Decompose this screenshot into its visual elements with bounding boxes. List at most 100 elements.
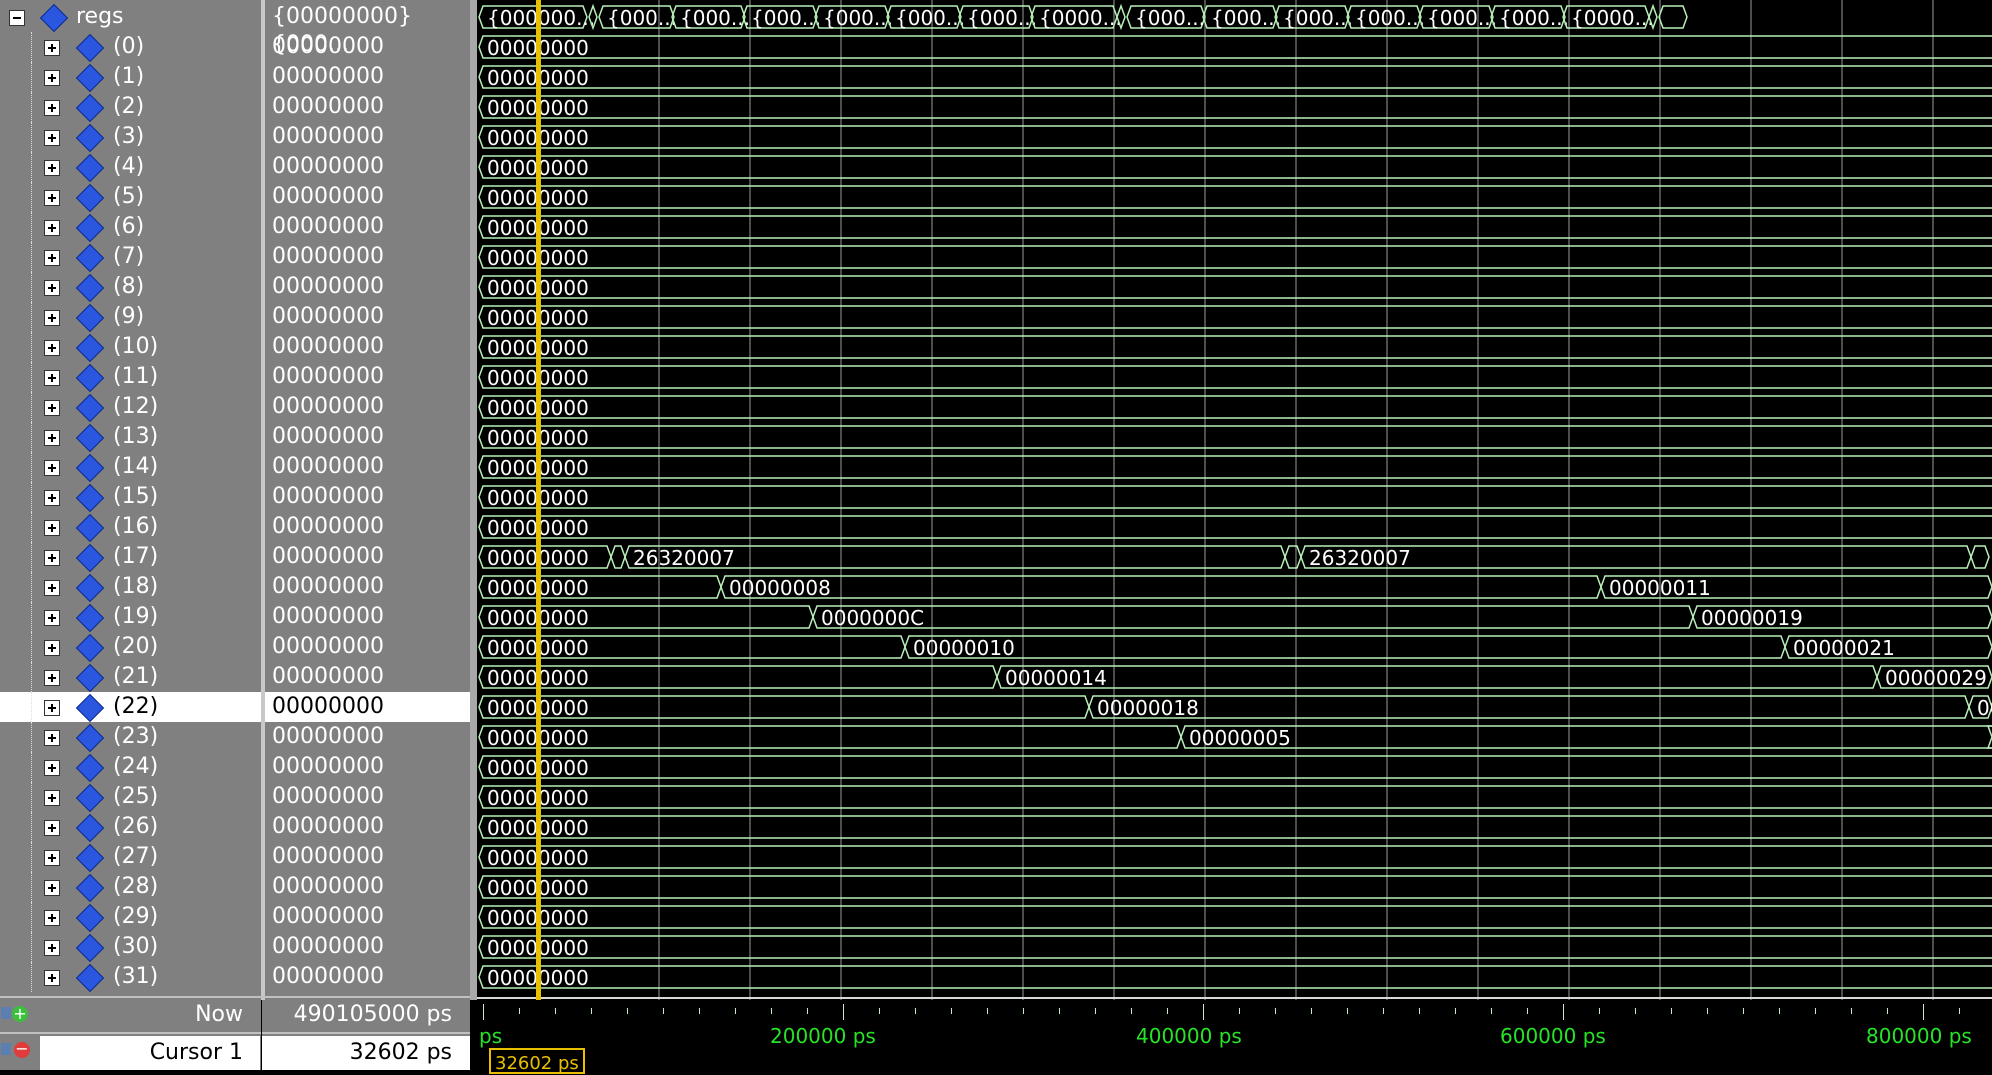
expand-icon[interactable] bbox=[44, 640, 60, 656]
cursor-flag[interactable]: 32602 ps bbox=[489, 1048, 585, 1074]
signal-value-row[interactable]: 00000000 bbox=[262, 872, 470, 902]
expand-icon[interactable] bbox=[44, 130, 60, 146]
signal-value-row[interactable]: 00000000 bbox=[262, 662, 470, 692]
signal-value-row[interactable]: 00000000 bbox=[262, 362, 470, 392]
pane-splitter-left[interactable] bbox=[261, 0, 265, 1070]
expand-icon[interactable] bbox=[44, 220, 60, 236]
signal-value-row[interactable]: 00000000 bbox=[262, 482, 470, 512]
expand-icon[interactable] bbox=[44, 700, 60, 716]
signal-row-regs[interactable]: regs bbox=[0, 2, 261, 33]
signal-row[interactable]: (27) bbox=[0, 842, 261, 873]
signal-row[interactable]: (31) bbox=[0, 962, 261, 993]
signal-value-row[interactable]: 00000000 bbox=[262, 842, 470, 872]
add-icon[interactable]: + bbox=[12, 1006, 28, 1022]
collapse-icon[interactable] bbox=[9, 10, 25, 26]
expand-icon[interactable] bbox=[44, 880, 60, 896]
expand-icon[interactable] bbox=[44, 940, 60, 956]
signal-row[interactable]: (19) bbox=[0, 602, 261, 633]
expand-icon[interactable] bbox=[44, 910, 60, 926]
expand-icon[interactable] bbox=[44, 580, 60, 596]
signal-value-row[interactable]: 00000000 bbox=[262, 452, 470, 482]
waveform-pane[interactable]: {000000... {000... {000... {000... {000... {0… bbox=[477, 0, 1992, 1000]
signal-row[interactable]: (0) bbox=[0, 32, 261, 63]
signal-value-row[interactable]: 00000000 bbox=[262, 602, 470, 632]
signal-row[interactable]: (12) bbox=[0, 392, 261, 423]
signal-row[interactable]: (13) bbox=[0, 422, 261, 453]
signal-value-row[interactable]: 00000000 bbox=[262, 572, 470, 602]
signal-row[interactable]: (22) bbox=[0, 692, 261, 723]
signal-row[interactable]: (20) bbox=[0, 632, 261, 663]
expand-icon[interactable] bbox=[44, 550, 60, 566]
signal-row[interactable]: (28) bbox=[0, 872, 261, 903]
expand-icon[interactable] bbox=[44, 340, 60, 356]
remove-icon[interactable]: − bbox=[14, 1041, 30, 1058]
pane-splitter-right[interactable] bbox=[470, 0, 477, 1070]
signal-value-row[interactable]: 00000000 bbox=[262, 332, 470, 362]
expand-icon[interactable] bbox=[44, 760, 60, 776]
signal-value-row[interactable]: 00000000 bbox=[262, 62, 470, 92]
signal-value-row[interactable]: 00000000 bbox=[262, 962, 470, 992]
expand-icon[interactable] bbox=[44, 250, 60, 266]
signal-value-row[interactable]: 00000000 bbox=[262, 902, 470, 932]
signal-row[interactable]: (7) bbox=[0, 242, 261, 273]
signal-row[interactable]: (9) bbox=[0, 302, 261, 333]
signal-value-row[interactable]: 00000000 bbox=[262, 272, 470, 302]
signal-value-row[interactable]: 00000000 bbox=[262, 692, 470, 722]
expand-icon[interactable] bbox=[44, 430, 60, 446]
signal-row[interactable]: (23) bbox=[0, 722, 261, 753]
signal-value-row[interactable]: 00000000 bbox=[262, 752, 470, 782]
signal-value-row[interactable]: 00000000 bbox=[262, 92, 470, 122]
signal-row[interactable]: (25) bbox=[0, 782, 261, 813]
signal-value-row[interactable]: 00000000 bbox=[262, 122, 470, 152]
signal-row[interactable]: (24) bbox=[0, 752, 261, 783]
timeline[interactable]: ps 32602 ps 200000 ps 400000 ps 600000 ps 8… bbox=[477, 1000, 1992, 1074]
expand-icon[interactable] bbox=[44, 400, 60, 416]
signal-row[interactable]: (18) bbox=[0, 572, 261, 603]
signal-row[interactable]: (21) bbox=[0, 662, 261, 693]
cursor-icon[interactable] bbox=[1, 1043, 11, 1055]
now-icon[interactable] bbox=[1, 1007, 11, 1019]
signal-value-row[interactable]: 00000000 bbox=[262, 722, 470, 752]
expand-icon[interactable] bbox=[44, 100, 60, 116]
expand-icon[interactable] bbox=[44, 850, 60, 866]
signal-value-row[interactable]: 00000000 bbox=[262, 32, 470, 62]
expand-icon[interactable] bbox=[44, 520, 60, 536]
expand-icon[interactable] bbox=[44, 820, 60, 836]
expand-icon[interactable] bbox=[44, 370, 60, 386]
signal-row[interactable]: (8) bbox=[0, 272, 261, 303]
expand-icon[interactable] bbox=[44, 160, 60, 176]
signal-value-row[interactable]: 00000000 bbox=[262, 242, 470, 272]
signal-value-row[interactable]: 00000000 bbox=[262, 182, 470, 212]
signal-value-row[interactable]: 00000000 bbox=[262, 932, 470, 962]
signal-value-row[interactable]: 00000000 bbox=[262, 152, 470, 182]
signal-value-row[interactable]: 00000000 bbox=[262, 422, 470, 452]
signal-row[interactable]: (4) bbox=[0, 152, 261, 183]
expand-icon[interactable] bbox=[44, 670, 60, 686]
signal-value-row[interactable]: 00000000 bbox=[262, 302, 470, 332]
signal-value-row[interactable]: 00000000 bbox=[262, 212, 470, 242]
signal-row[interactable]: (16) bbox=[0, 512, 261, 543]
signal-row[interactable]: (11) bbox=[0, 362, 261, 393]
expand-icon[interactable] bbox=[44, 190, 60, 206]
signal-value-row[interactable]: 00000000 bbox=[262, 512, 470, 542]
expand-icon[interactable] bbox=[44, 280, 60, 296]
expand-icon[interactable] bbox=[44, 970, 60, 986]
signal-row[interactable]: (15) bbox=[0, 482, 261, 513]
signal-row[interactable]: (30) bbox=[0, 932, 261, 963]
signal-row[interactable]: (5) bbox=[0, 182, 261, 213]
signal-row[interactable]: (26) bbox=[0, 812, 261, 843]
signal-value-row[interactable]: 00000000 bbox=[262, 542, 470, 572]
signal-value-row[interactable]: 00000000 bbox=[262, 812, 470, 842]
signal-row[interactable]: (14) bbox=[0, 452, 261, 483]
signal-row[interactable]: (2) bbox=[0, 92, 261, 123]
expand-icon[interactable] bbox=[44, 40, 60, 56]
signal-value-regs[interactable]: {00000000} {000... bbox=[262, 2, 470, 57]
cursor-row[interactable]: − Cursor 1 bbox=[0, 1036, 261, 1070]
expand-icon[interactable] bbox=[44, 310, 60, 326]
signal-row[interactable]: (29) bbox=[0, 902, 261, 933]
expand-icon[interactable] bbox=[44, 460, 60, 476]
expand-icon[interactable] bbox=[44, 490, 60, 506]
expand-icon[interactable] bbox=[44, 70, 60, 86]
signal-row[interactable]: (10) bbox=[0, 332, 261, 363]
signal-row[interactable]: (6) bbox=[0, 212, 261, 243]
